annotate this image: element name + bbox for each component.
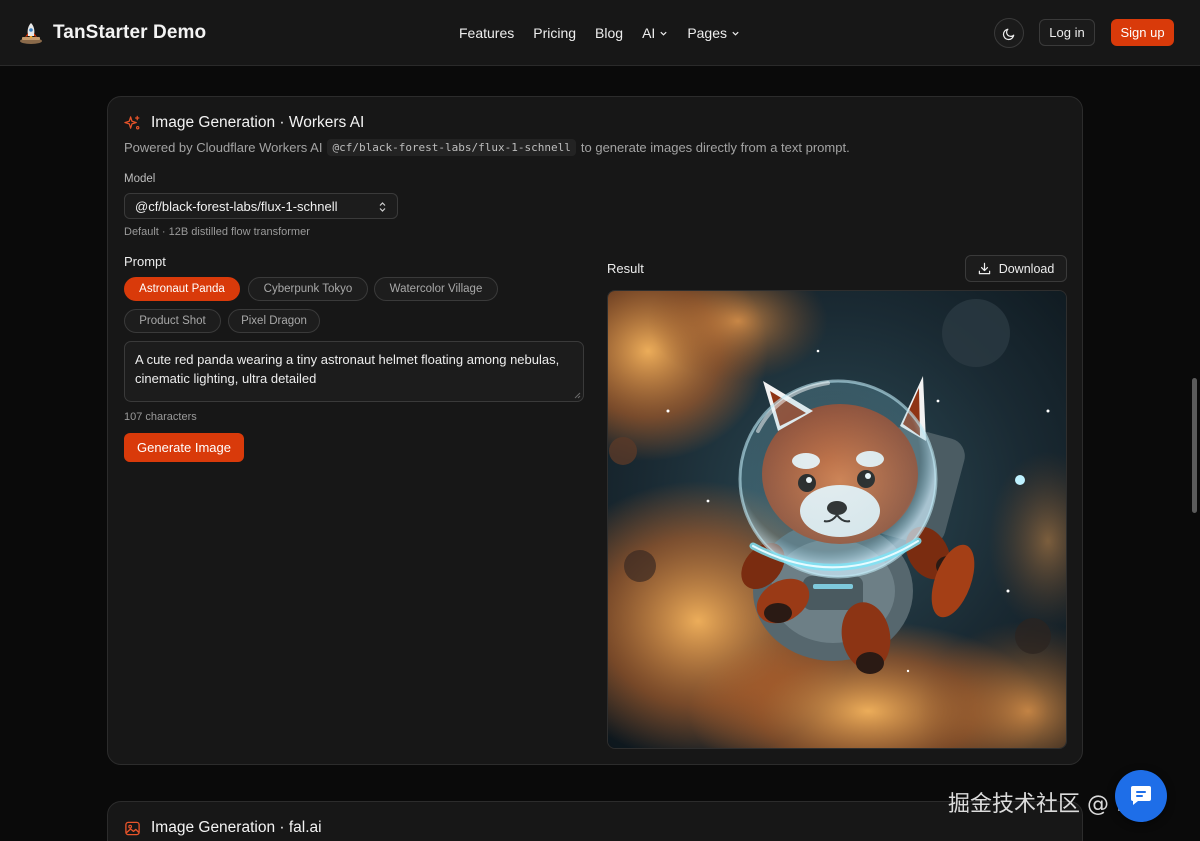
nav-pricing-label: Pricing <box>533 25 577 41</box>
card2-header: Image Generation · fal.ai <box>124 819 322 837</box>
nav-blog[interactable]: Blog <box>595 25 623 41</box>
card-description: Powered by Cloudflare Workers AI @cf/bla… <box>124 139 850 156</box>
fal-ai-card: Image Generation · fal.ai <box>107 801 1083 841</box>
brand-link[interactable]: TanStarter Demo <box>18 18 206 48</box>
preset-pixel-dragon[interactable]: Pixel Dragon <box>228 309 320 333</box>
prompt-label: Prompt <box>124 254 166 269</box>
preset-product-shot[interactable]: Product Shot <box>124 309 221 333</box>
signup-button[interactable]: Sign up <box>1111 19 1174 46</box>
resize-handle-icon[interactable] <box>574 392 581 399</box>
model-select-value: @cf/black-forest-labs/flux-1-schnell <box>135 198 338 214</box>
preset-astronaut-panda[interactable]: Astronaut Panda <box>124 277 240 301</box>
image-icon <box>125 821 140 835</box>
desc-prefix: Powered by Cloudflare Workers AI <box>124 140 323 155</box>
nav-blog-label: Blog <box>595 25 624 41</box>
nav-ai-dropdown[interactable]: AI <box>642 25 668 41</box>
card-header: Image Generation · Workers AI <box>124 114 364 132</box>
download-icon <box>978 262 990 275</box>
theme-toggle-button[interactable] <box>994 18 1024 48</box>
moon-icon <box>1002 28 1014 40</box>
card2-title: Image Generation · fal.ai <box>151 819 322 836</box>
preset-watercolor-village[interactable]: Watercolor Village <box>374 277 498 301</box>
prompt-text: A cute red panda wearing a tiny astronau… <box>135 352 560 386</box>
prompt-textarea[interactable]: A cute red panda wearing a tiny astronau… <box>124 341 584 402</box>
rocket-logo-icon <box>20 23 42 44</box>
top-navbar: TanStarter Demo Features Pricing Blog AI… <box>0 0 1200 66</box>
card-title: Image Generation · Workers AI <box>151 114 365 131</box>
page-scrollbar[interactable] <box>1192 378 1197 513</box>
login-button[interactable]: Log in <box>1039 19 1095 46</box>
nav-pricing[interactable]: Pricing <box>533 25 576 41</box>
model-select[interactable]: @cf/black-forest-labs/flux-1-schnell <box>124 193 398 219</box>
nav-features-label: Features <box>459 25 515 41</box>
preset-cyberpunk-tokyo[interactable]: Cyberpunk Tokyo <box>248 277 368 301</box>
workers-ai-card: Image Generation · Workers AI Powered by… <box>107 96 1083 765</box>
download-label: Download <box>998 261 1055 276</box>
nav-ai-label: AI <box>642 25 656 41</box>
nav-pages-label: Pages <box>687 25 728 41</box>
red-panda-astronaut-image <box>608 291 1066 748</box>
model-label: Model <box>124 173 156 185</box>
generated-image <box>607 290 1067 749</box>
chevrons-up-down-icon <box>379 202 386 212</box>
desc-suffix: to generate images directly from a text … <box>580 140 850 155</box>
result-label: Result <box>607 261 644 276</box>
sparkles-icon <box>124 115 140 129</box>
download-button[interactable]: Download <box>965 255 1067 282</box>
character-count: 107 characters <box>124 411 197 423</box>
main-nav: Features Pricing Blog AI Pages <box>459 22 740 44</box>
chat-widget-button[interactable] <box>1115 770 1167 822</box>
brand-name: TanStarter Demo <box>53 22 207 43</box>
model-hint: Default · 12B distilled flow transformer <box>124 226 310 238</box>
generate-image-button[interactable]: Generate Image <box>124 433 244 462</box>
nav-features[interactable]: Features <box>459 25 514 41</box>
chevron-down-icon <box>660 31 667 36</box>
chevron-down-icon <box>732 31 739 36</box>
chat-bubble-icon <box>1131 786 1151 805</box>
model-code: @cf/black-forest-labs/flux-1-schnell <box>327 139 576 156</box>
nav-pages-dropdown[interactable]: Pages <box>687 25 740 41</box>
